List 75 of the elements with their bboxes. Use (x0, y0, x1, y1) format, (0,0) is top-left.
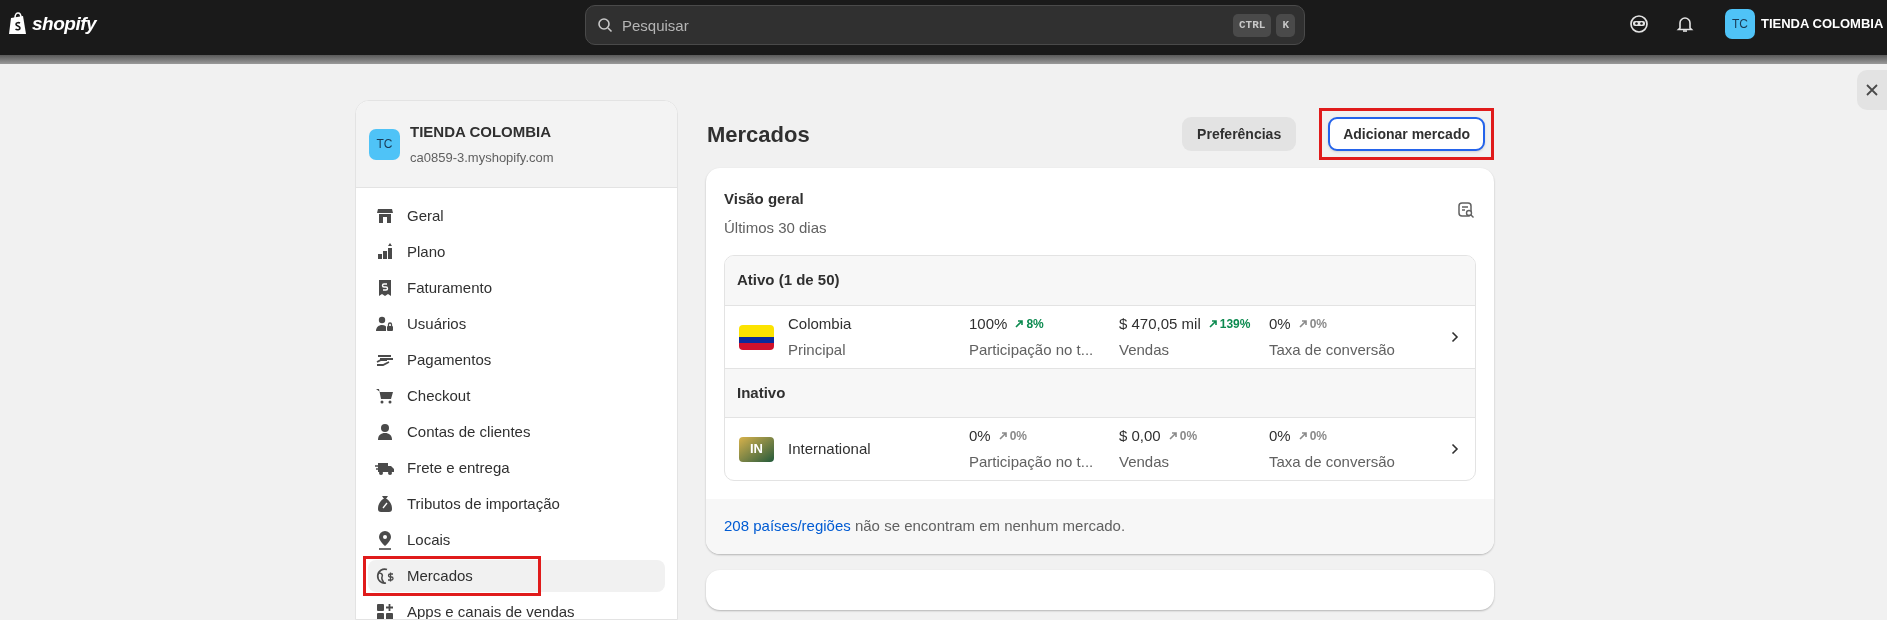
market-subtitle: Principal (788, 340, 847, 360)
group-header: Inativo (725, 368, 1475, 418)
trend-change: 0% (1298, 426, 1328, 445)
market-badge: IN (739, 436, 774, 462)
metric-label: Taxa de conversão (1269, 340, 1396, 360)
trend-arrow-icon (998, 431, 1007, 440)
sidebar-item[interactable]: Faturamento (368, 272, 665, 304)
search-icon (597, 17, 613, 33)
account-menu[interactable]: TC TIENDA COLOMBIA (1725, 9, 1884, 39)
trend-change: 8% (1015, 314, 1044, 333)
trend-change: 139% (1208, 314, 1251, 333)
person-icon (375, 422, 395, 442)
shortcut-key: CTRL (1233, 14, 1272, 37)
sidebar-item[interactable]: Tributos de importação (368, 488, 665, 520)
sidebar-item[interactable]: Geral (368, 200, 665, 232)
trend-change: 0% (1298, 314, 1328, 333)
metric-label: Participação no t... (969, 340, 1095, 360)
metric-value: $ 0,00 (1119, 425, 1161, 446)
chart-steps-icon (375, 242, 395, 262)
store-domain: ca0859-3.myshopify.com (410, 148, 554, 167)
chevron-right-icon (1451, 443, 1459, 455)
market-row[interactable]: IN International 0% 0% Participação no t... $ 0,00 0% Vendas 0% 0% Taxa de conversão (725, 418, 1475, 480)
sidebar-item[interactable]: Locais (368, 524, 665, 556)
globe-dollar-icon (375, 566, 395, 586)
store-avatar: TC (369, 128, 400, 160)
metric-value: 0% (969, 425, 991, 446)
metric-value: 0% (1269, 425, 1291, 446)
metric-label: Participação no t... (969, 452, 1095, 472)
cart-icon (375, 386, 395, 406)
sidebar-item[interactable]: Apps e canais de vendas (368, 596, 665, 619)
person-lock-icon (375, 314, 395, 334)
colombia-flag-icon (739, 324, 774, 350)
page-title: Mercados (706, 120, 810, 149)
footer-note: 208 países/regiões não se encontram em nenhum mercado. (724, 516, 1126, 537)
metric-label: Vendas (1119, 452, 1171, 472)
card-subtitle: Últimos 30 dias (724, 217, 827, 238)
bag-logo-icon (8, 12, 28, 37)
trend-arrow-icon (1015, 319, 1024, 328)
metric-label: Vendas (1119, 340, 1171, 360)
store-icon (375, 206, 395, 226)
sidebar-item[interactable]: Usuários (368, 308, 665, 340)
metric-label: Taxa de conversão (1269, 452, 1396, 472)
sidebar-item[interactable]: Mercados (368, 560, 665, 592)
trend-change: 0% (998, 426, 1028, 445)
regions-link[interactable]: 208 países/regiões (724, 517, 851, 535)
preferences-button[interactable]: Preferências (1182, 117, 1297, 151)
money-bag-icon (375, 494, 395, 514)
chevron-right-icon (1451, 331, 1459, 343)
trend-change: 0% (1168, 426, 1198, 445)
sidebar-item[interactable]: Pagamentos (368, 344, 665, 376)
group-header: Ativo (1 de 50) (725, 256, 1475, 306)
add-market-button[interactable]: Adicionar mercado (1328, 117, 1485, 151)
card-title: Visão geral (724, 189, 805, 209)
trend-arrow-icon (1298, 319, 1307, 328)
sidebar-item[interactable]: Plano (368, 236, 665, 268)
store-name: TIENDA COLOMBIA (410, 122, 553, 142)
sidebar-item[interactable]: Checkout (368, 380, 665, 412)
metric-value: 0% (1269, 313, 1291, 334)
sidebar-item[interactable]: Frete e entrega (368, 452, 665, 484)
sidebar-item[interactable]: Contas de clientes (368, 416, 665, 448)
metric-value: $ 470,05 mil (1119, 313, 1201, 334)
market-name: International (788, 438, 872, 459)
shortcut-key: K (1276, 14, 1295, 37)
trend-arrow-icon (1298, 431, 1307, 440)
close-icon (1865, 83, 1879, 97)
trend-arrow-icon (1168, 431, 1177, 440)
trend-arrow-icon (1208, 319, 1217, 328)
report-search-icon[interactable] (1456, 200, 1476, 220)
market-row[interactable]: Colombia Principal 100% 8% Participação no t... $ 470,05 mil 139% Vendas 0% 0% Taxa de conversão (725, 306, 1475, 368)
market-name: Colombia (788, 313, 853, 334)
store-avatar: TC (1725, 9, 1755, 39)
metric-value: 100% (969, 313, 1008, 334)
apps-icon (375, 602, 395, 619)
brand-logo: shopify (32, 12, 97, 36)
close-button[interactable] (1857, 70, 1887, 110)
